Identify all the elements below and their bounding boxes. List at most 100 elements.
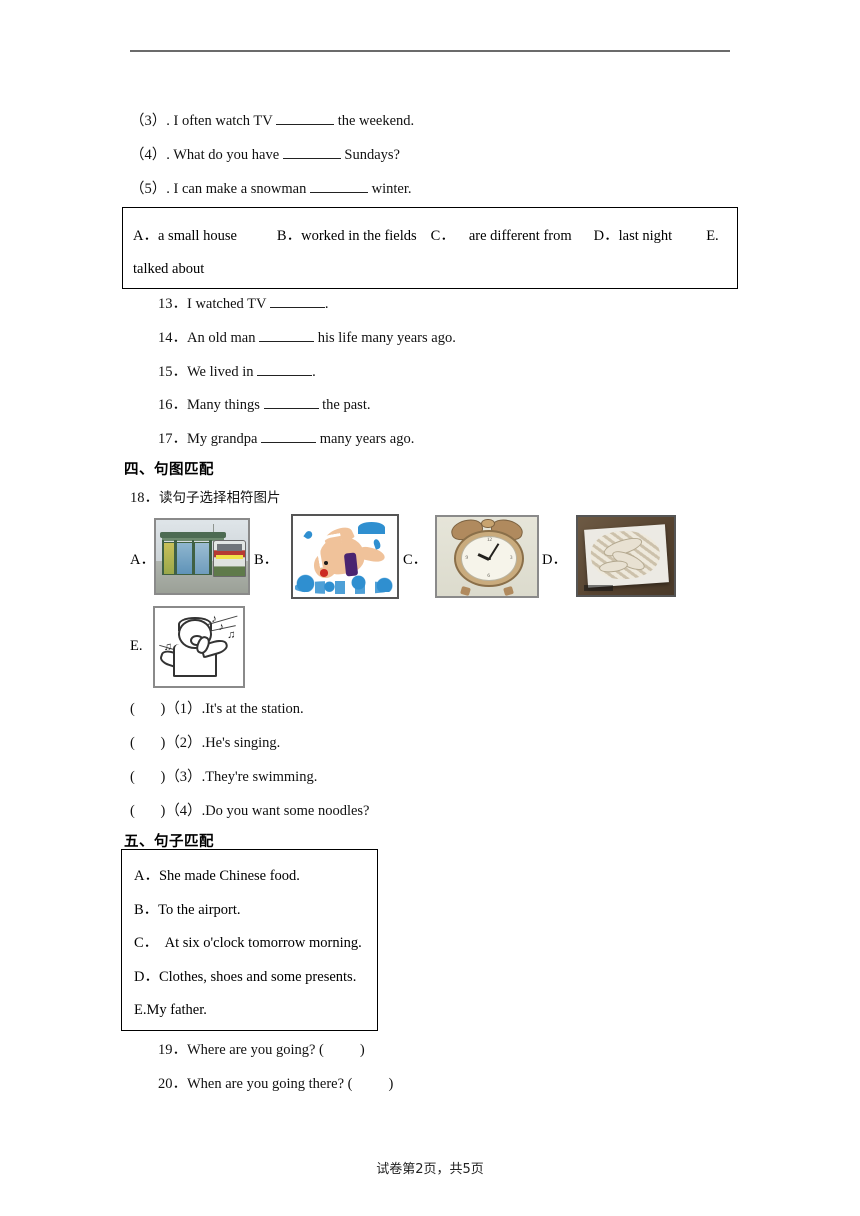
sentence-option-e-label: E. xyxy=(134,1002,147,1018)
fill-item-5-pre: . I can make a snowman xyxy=(166,181,307,197)
image-option-d-label: D． xyxy=(542,552,567,568)
header-divider xyxy=(130,50,730,52)
question-20-number: 20． xyxy=(158,1076,187,1092)
word-bank-box: A．a small house B．worked in the fields C． a… xyxy=(122,207,738,289)
match-question-4-number: （4） xyxy=(165,803,202,819)
image-option-e-label: E. xyxy=(130,638,143,654)
sentence-option-e-text: My father. xyxy=(146,1002,207,1018)
fill-item-5-number: （5） xyxy=(130,181,167,197)
question-17-blank xyxy=(261,430,317,443)
fill-item-5-post: winter. xyxy=(371,181,412,197)
image-option-a-label: A． xyxy=(130,552,155,568)
question-17-pre: My grandpa xyxy=(187,431,258,447)
sentence-option-b-text: To the airport. xyxy=(158,901,241,918)
section-five-heading: 五、句子匹配 xyxy=(124,834,214,850)
sentence-option-c: C． At six o'clock tomorrow morning. xyxy=(134,927,367,961)
question-15-post: . xyxy=(312,364,316,380)
match-question-2-number: （2） xyxy=(165,735,202,751)
page-footer: 试卷第2页，共5页 xyxy=(376,1162,484,1177)
question-13-post: . xyxy=(324,296,329,312)
word-bank-d-label: D． xyxy=(593,228,619,244)
match-question-3-text: .They're swimming. xyxy=(201,769,318,785)
question-14-pre: An old man xyxy=(187,330,256,346)
match-question-3: ( )（3）.They're swimming. xyxy=(130,768,317,786)
match-question-2-text: .He's singing. xyxy=(201,735,281,751)
sentence-option-d-text: Clothes, shoes and some presents. xyxy=(158,968,357,985)
question-14: 14．An old man his life many years ago. xyxy=(158,329,456,347)
question-13-pre: I watched TV xyxy=(187,296,267,312)
fill-item-4-pre: . What do you have xyxy=(166,147,280,163)
question-14-blank xyxy=(259,329,315,342)
question-13-number: 13． xyxy=(158,296,187,312)
question-14-post: his life many years ago. xyxy=(317,330,456,346)
sentence-option-e: E.My father. xyxy=(134,994,367,1028)
question-16-post: the past. xyxy=(322,397,371,413)
sentence-option-d: D．Clothes, shoes and some presents. xyxy=(134,961,367,995)
image-option-b-label: B． xyxy=(254,552,279,568)
match-question-1: ( )（1）.It's at the station. xyxy=(130,700,304,718)
exam-page: （3）. I often watch TV the weekend. （4）. … xyxy=(0,0,860,1216)
match-question-4: ( )（4）.Do you want some noodles? xyxy=(130,802,370,820)
fill-item-4-blank xyxy=(282,146,341,159)
fill-item-4: （4）. What do you have Sundays? xyxy=(130,146,400,164)
fill-item-3: （3）. I often watch TV the weekend. xyxy=(130,112,414,130)
match-question-3-bracket-open: ( xyxy=(130,769,135,785)
swimming-cartoon-icon xyxy=(291,514,399,599)
question-20-bracket-close: ) xyxy=(388,1076,394,1092)
singing-boy-drawing-icon: ♪ ♫ ♪ ♫ xyxy=(153,606,245,688)
question-17-number: 17． xyxy=(158,431,187,447)
word-bank-row-2: talked about xyxy=(133,253,727,286)
question-16-pre: Many things xyxy=(187,397,260,413)
word-bank-a-label: A． xyxy=(133,228,158,244)
question-16-blank xyxy=(263,396,319,409)
sentence-option-d-label: D． xyxy=(134,968,159,985)
fill-item-3-pre: . I often watch TV xyxy=(166,113,273,129)
match-question-4-bracket-open: ( xyxy=(130,803,135,819)
question-18-prompt: 18．读句子选择相符图片 xyxy=(130,489,281,507)
sentence-option-c-text: At six o'clock tomorrow morning. xyxy=(158,935,362,951)
question-17: 17．My grandpa many years ago. xyxy=(158,430,414,448)
question-14-number: 14． xyxy=(158,330,187,346)
match-question-1-number: （1） xyxy=(165,701,202,717)
image-option-c-label: C． xyxy=(403,552,428,568)
word-bank-c-text: are different from xyxy=(468,228,572,244)
section-four-heading: 四、句图匹配 xyxy=(124,462,214,478)
word-bank-b-text: worked in the fields xyxy=(301,228,417,244)
match-question-3-number: （3） xyxy=(165,769,202,785)
question-18-text: 读句子选择相符图片 xyxy=(159,490,281,506)
sentence-option-c-label: C． xyxy=(134,935,159,951)
fill-item-3-number: （3） xyxy=(130,113,167,129)
question-15-blank xyxy=(257,363,313,376)
sentence-option-b-label: B． xyxy=(134,901,159,918)
match-question-2-bracket-open: ( xyxy=(130,735,135,751)
noodles-photo-icon xyxy=(576,515,676,597)
alarm-clock-photo-icon: 12 3 6 9 xyxy=(435,515,539,598)
question-18-number: 18． xyxy=(130,490,159,506)
question-13: 13．I watched TV . xyxy=(158,295,328,313)
word-bank-e-label: E. xyxy=(706,228,719,244)
word-bank-a-text: a small house xyxy=(157,228,237,244)
fill-item-5-blank xyxy=(310,180,368,193)
bus-station-photo-icon xyxy=(154,518,250,595)
word-bank-row-1: A．a small house B．worked in the fields C． a… xyxy=(133,220,727,253)
fill-item-3-blank xyxy=(276,112,335,125)
match-question-4-text: .Do you want some noodles? xyxy=(201,803,370,819)
question-13-blank xyxy=(269,295,325,308)
match-question-1-bracket-open: ( xyxy=(130,701,135,717)
question-15-number: 15． xyxy=(158,364,187,380)
question-15-pre: We lived in xyxy=(187,364,254,380)
word-bank-b-label: B． xyxy=(276,228,302,244)
sentence-option-b: B．To the airport. xyxy=(134,894,367,928)
sentence-option-a: A．She made Chinese food. xyxy=(134,860,367,894)
word-bank-c-label: C． xyxy=(430,228,455,244)
word-bank-d-text: last night xyxy=(618,228,673,244)
question-19-number: 19． xyxy=(158,1042,187,1058)
sentence-option-a-label: A． xyxy=(134,868,159,884)
question-16-number: 16． xyxy=(158,397,187,413)
sentence-option-a-text: She made Chinese food. xyxy=(158,868,300,884)
question-17-post: many years ago. xyxy=(319,431,415,447)
question-19-text: Where are you going? ( xyxy=(187,1042,324,1058)
fill-item-4-number: （4） xyxy=(130,147,167,163)
word-bank-e-text: talked about xyxy=(133,261,205,277)
question-16: 16．Many things the past. xyxy=(158,396,370,414)
